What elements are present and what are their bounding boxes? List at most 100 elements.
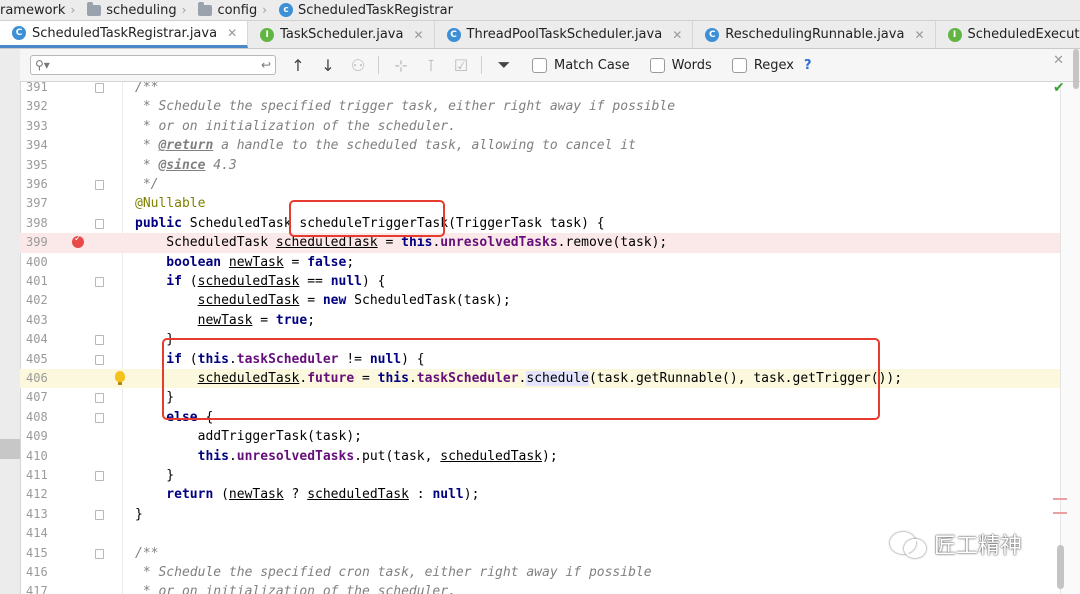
line-number[interactable]: 408 [26, 408, 60, 427]
line-number[interactable]: 407 [26, 388, 60, 407]
line-number[interactable]: 392 [26, 97, 60, 116]
watermark-text: 匠工精神 [934, 534, 1023, 559]
line-number[interactable]: 396 [26, 175, 60, 194]
editor-tab[interactable]: I ScheduledExecutorService. [936, 21, 1080, 48]
search-history-icon[interactable]: ↩ [261, 58, 271, 72]
stripe-marker[interactable] [1053, 512, 1067, 514]
code-line[interactable]: 410 this.unresolvedTasks.put(task, sched… [20, 447, 1060, 466]
line-number[interactable]: 401 [26, 272, 60, 291]
checkbox[interactable] [649, 57, 665, 73]
line-number[interactable]: 394 [26, 136, 60, 155]
line-number[interactable]: 405 [26, 350, 60, 369]
code-line[interactable]: 394 * @return a handle to the scheduled … [20, 136, 1060, 155]
code-line[interactable]: 397 @Nullable [20, 194, 1060, 213]
breadcrumb-item[interactable]: ramework › [0, 3, 87, 18]
close-tab-icon[interactable]: ✕ [413, 28, 423, 42]
breadcrumb-item[interactable]: c ScheduledTaskRegistrar [279, 3, 459, 18]
code-line[interactable]: 401 if (scheduledTask == null) { [20, 272, 1060, 291]
breadcrumb-item[interactable]: scheduling › [87, 1, 198, 18]
lightbulb-icon[interactable] [115, 371, 125, 385]
prev-occurrence-button[interactable]: ↑ [290, 56, 306, 75]
close-icon[interactable]: ✕ [1053, 53, 1064, 68]
editor-tab[interactable]: C ReschedulingRunnable.java ✕ [693, 21, 936, 48]
fold-marker-icon[interactable] [95, 471, 104, 481]
line-number[interactable]: 409 [26, 427, 60, 446]
next-occurrence-button[interactable]: ↓ [320, 56, 336, 75]
line-number[interactable]: 406 [26, 369, 60, 388]
checkbox[interactable] [731, 57, 747, 73]
line-number[interactable]: 397 [26, 194, 60, 213]
fold-marker-icon[interactable] [95, 509, 104, 520]
line-number[interactable]: 404 [26, 330, 60, 349]
line-number[interactable]: 398 [26, 214, 60, 233]
line-number[interactable]: 400 [26, 253, 60, 272]
editor-tab[interactable]: C ThreadPoolTaskScheduler.java ✕ [435, 21, 694, 48]
search-icon[interactable]: ⚲▾ [35, 58, 50, 72]
line-number[interactable]: 412 [26, 485, 60, 504]
search-input[interactable]: ⚲▾ ↩ [30, 55, 276, 75]
code-line[interactable]: 393 * or on initialization of the schedu… [20, 117, 1060, 136]
line-number[interactable]: 393 [26, 117, 60, 136]
find-in-path-icon[interactable]: ⚇ [350, 56, 366, 75]
line-number[interactable]: 399 [26, 233, 60, 252]
code-line[interactable]: 398 public ScheduledTask scheduleTriggerT… [20, 214, 1060, 233]
code-line[interactable]: 412 return (newTask ? scheduledTask : nu… [20, 485, 1060, 504]
line-number[interactable]: 395 [26, 156, 60, 175]
class-icon: c [279, 3, 294, 17]
breadcrumb-item[interactable]: config › [198, 1, 279, 18]
checkbox[interactable] [532, 57, 547, 73]
line-number[interactable]: 410 [26, 447, 60, 466]
line-number[interactable]: 403 [26, 311, 60, 330]
fold-marker-icon[interactable] [95, 83, 104, 93]
line-number[interactable]: 402 [26, 291, 60, 310]
close-tab-icon[interactable]: ✕ [914, 28, 924, 42]
fold-marker-icon[interactable] [95, 412, 104, 423]
editor-tab[interactable]: C ScheduledTaskRegistrar.java ✕ [0, 21, 249, 48]
option-regex[interactable]: Regex [731, 57, 794, 73]
remove-occurrence-icon[interactable]: ⊺ [423, 56, 439, 75]
code-line[interactable]: 413} [20, 505, 1060, 524]
fold-marker-icon[interactable] [95, 180, 104, 190]
close-tab-icon[interactable]: ✕ [672, 28, 682, 42]
line-number[interactable]: 411 [26, 466, 60, 485]
editor-scrollbar-thumb[interactable] [1057, 545, 1064, 589]
option-words[interactable]: Words [649, 57, 712, 73]
select-all-occurrences-icon[interactable]: ☑ [453, 56, 469, 75]
option-match-case[interactable]: Match Case [532, 57, 630, 73]
code-line[interactable]: 411 } [20, 466, 1060, 485]
code-line[interactable]: 417 * or on initialization of the schedu… [20, 582, 1060, 594]
line-number[interactable]: 416 [26, 563, 60, 582]
code-line[interactable]: 392 * Schedule the specified trigger tas… [20, 97, 1060, 116]
breakpoint-icon[interactable] [72, 234, 84, 249]
editor-tab[interactable]: I TaskScheduler.java ✕ [248, 21, 435, 48]
code-line[interactable]: 402 scheduledTask = new ScheduledTask(ta… [20, 291, 1060, 310]
breadcrumb-label: ramework [0, 2, 66, 18]
regex-help-link[interactable]: ? [804, 58, 812, 73]
fold-marker-icon[interactable] [95, 548, 104, 559]
top-scrollbar-thumb[interactable] [1073, 49, 1079, 89]
code-line[interactable]: 395 * @since 4.3 [20, 156, 1060, 175]
fold-marker-icon[interactable] [95, 354, 104, 365]
code-line[interactable]: 416 * Schedule the specified cron task, … [20, 563, 1060, 582]
filter-icon[interactable]: ⏷ [496, 55, 512, 75]
stripe-marker[interactable] [1053, 498, 1067, 500]
line-number[interactable]: 415 [26, 544, 60, 563]
fold-marker-icon[interactable] [95, 335, 104, 346]
code-line[interactable]: 399 ScheduledTask scheduledTask = this.u… [20, 233, 1060, 253]
fold-marker-icon[interactable] [95, 277, 104, 287]
code-line[interactable]: 403 newTask = true; [20, 311, 1060, 330]
code-line[interactable]: 409 addTriggerTask(task); [20, 427, 1060, 446]
close-tab-icon[interactable]: ✕ [227, 26, 237, 40]
code-line[interactable]: 396 */ [20, 175, 1060, 194]
fold-marker-icon[interactable] [95, 218, 104, 229]
code-token: . [228, 448, 237, 464]
code-line[interactable]: 400 boolean newTask = false; [20, 253, 1060, 272]
code-line[interactable]: 391 /** [20, 82, 1060, 97]
add-occurrence-icon[interactable]: ⊹ [393, 56, 409, 75]
line-number[interactable]: 391 [26, 82, 60, 97]
line-number[interactable]: 413 [26, 505, 60, 524]
fold-marker-icon[interactable] [95, 393, 104, 404]
code-token: : [408, 487, 433, 503]
line-number[interactable]: 414 [26, 524, 60, 543]
line-number[interactable]: 417 [26, 582, 60, 594]
